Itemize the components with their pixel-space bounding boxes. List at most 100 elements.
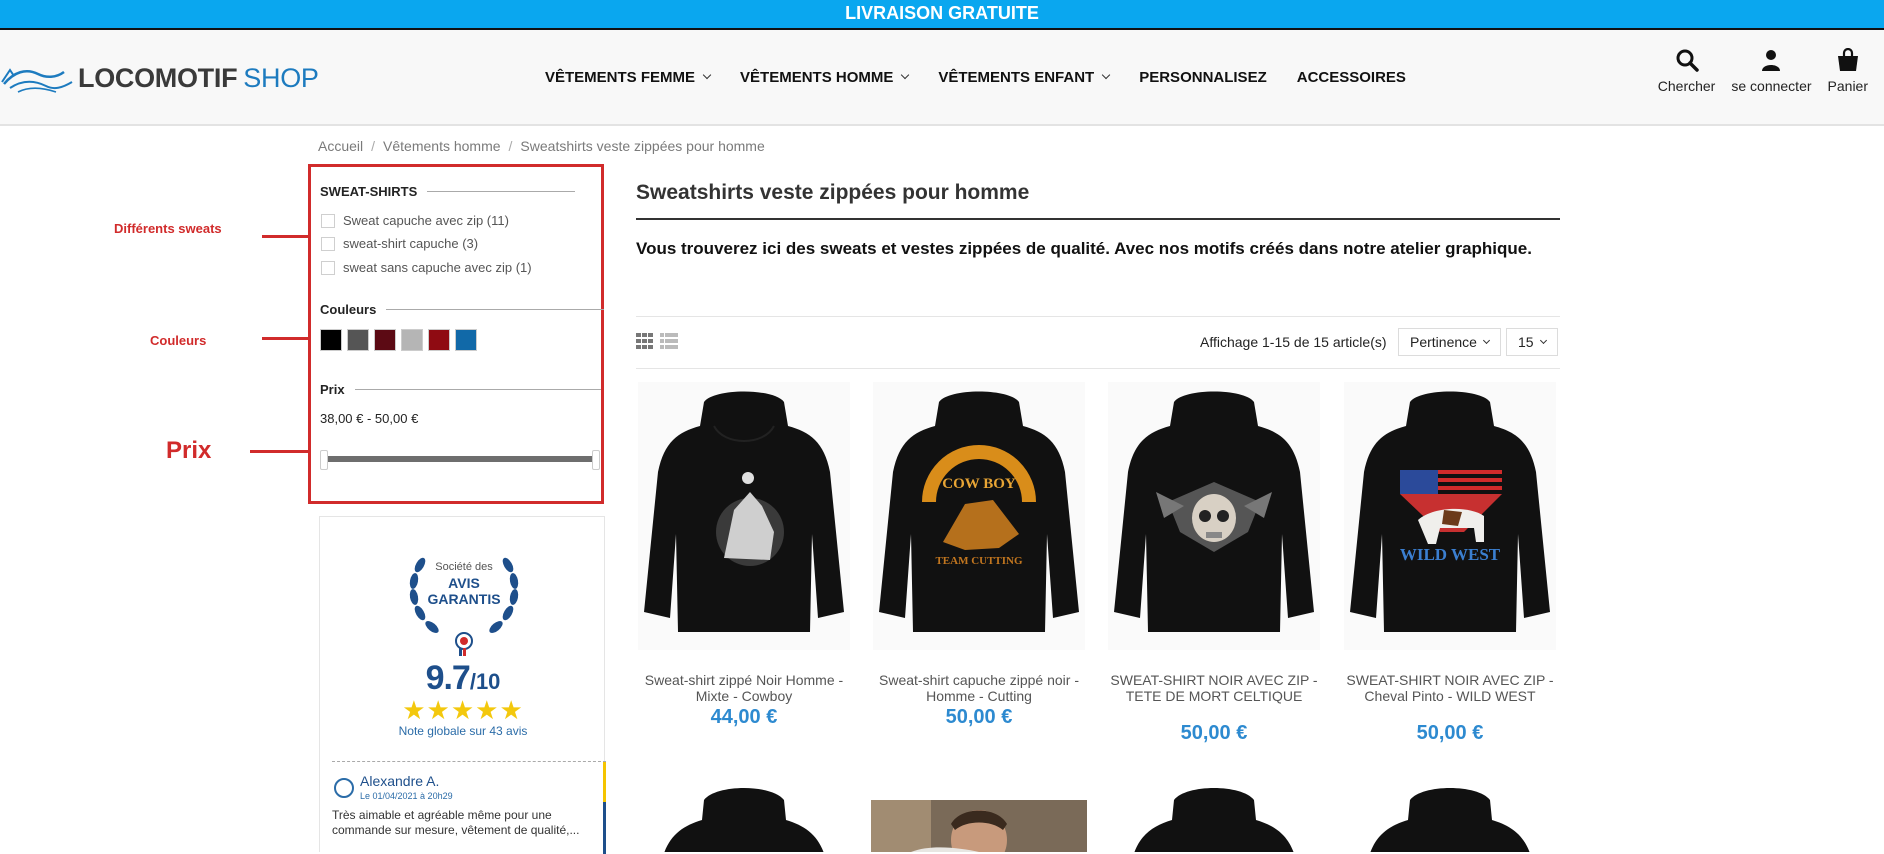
filter-option-sweat-capuche-zip[interactable]: Sweat capuche avec zip (11) bbox=[321, 213, 509, 228]
reviews-widget[interactable]: Société des AVIS GARANTIS 9.7/10 ★★★★★ N… bbox=[319, 516, 606, 854]
filter-option-sweat-capuche[interactable]: sweat-shirt capuche (3) bbox=[321, 236, 478, 251]
login-button[interactable]: se connecter bbox=[1731, 48, 1812, 94]
annotation-price: Prix bbox=[166, 437, 212, 464]
score-max: /10 bbox=[469, 669, 501, 694]
filter-title-couleurs: Couleurs bbox=[320, 302, 605, 317]
breadcrumb-current: Sweatshirts veste zippées pour homme bbox=[520, 138, 765, 154]
chevron-down-icon bbox=[702, 70, 712, 80]
hoodie-celtic-skull-image-icon bbox=[1114, 391, 1314, 632]
checkbox[interactable] bbox=[321, 213, 335, 228]
badge-line1: Société des bbox=[435, 561, 493, 573]
annotation-colors: Couleurs bbox=[150, 333, 207, 348]
nav-item-accessoires[interactable]: ACCESSOIRES bbox=[1297, 69, 1406, 86]
grid-view-icon[interactable] bbox=[636, 333, 654, 354]
product-name[interactable]: SWEAT-SHIRT NOIR AVEC ZIP - Cheval Pinto… bbox=[1344, 672, 1556, 704]
nav-item-vetements-enfant[interactable]: VÊTEMENTS ENFANT bbox=[938, 69, 1111, 86]
svg-text:COW BOY: COW BOY bbox=[942, 476, 1016, 492]
badge-line2: AVIS bbox=[448, 575, 480, 591]
review-text: Très aimable et agréable même pour une c… bbox=[332, 808, 580, 837]
chevron-down-icon bbox=[1101, 70, 1111, 80]
review-summary: Note globale sur 43 avis bbox=[398, 724, 528, 738]
site-header: LOCOMOTIF SHOP VÊTEMENTS FEMME VÊTEMENTS … bbox=[0, 30, 1884, 126]
breadcrumb-home[interactable]: Accueil bbox=[318, 138, 363, 154]
logo-text: LOCOMOTIF SHOP bbox=[78, 63, 319, 94]
list-view-icon[interactable] bbox=[660, 333, 678, 354]
chevron-down-icon bbox=[901, 70, 910, 80]
product-image[interactable] bbox=[1108, 382, 1320, 650]
color-swatches bbox=[320, 329, 482, 351]
color-swatch-gray[interactable] bbox=[347, 329, 369, 351]
per-page-select[interactable]: 15 bbox=[1506, 328, 1558, 356]
color-swatch-burgundy[interactable] bbox=[374, 329, 396, 351]
divider bbox=[636, 368, 1560, 369]
filter-option-label: Sweat capuche avec zip (11) bbox=[343, 213, 509, 228]
nav-item-vetements-femme[interactable]: VÊTEMENTS FEMME bbox=[545, 69, 712, 86]
nav-item-personnalisez[interactable]: PERSONNALISEZ bbox=[1139, 69, 1267, 86]
hoodie-wild-west-image-icon: WILD WEST bbox=[1350, 391, 1550, 632]
view-toggle bbox=[636, 333, 684, 354]
filter-option-sweat-sans-capuche[interactable]: sweat sans capuche avec zip (1) bbox=[321, 260, 532, 275]
product-price: 50,00 € bbox=[1180, 722, 1248, 744]
user-icon bbox=[1762, 50, 1781, 71]
breadcrumb-separator: / bbox=[508, 138, 513, 154]
checkbox[interactable] bbox=[321, 236, 335, 251]
logo-brand: LOCOMOTIF bbox=[78, 62, 238, 93]
color-swatch-red[interactable] bbox=[428, 329, 450, 351]
product-card[interactable] bbox=[1106, 780, 1322, 852]
checkbox[interactable] bbox=[321, 260, 335, 275]
product-card[interactable] bbox=[1342, 780, 1558, 852]
score-value: 9.7 bbox=[425, 659, 471, 697]
hoodie-image-icon bbox=[664, 788, 824, 852]
price-slider[interactable] bbox=[320, 448, 610, 472]
page-title: Sweatshirts veste zippées pour homme bbox=[636, 181, 1030, 204]
product-name[interactable]: SWEAT-SHIRT NOIR AVEC ZIP - TETE DE MORT… bbox=[1108, 672, 1320, 704]
sort-select[interactable]: Pertinence bbox=[1398, 328, 1501, 356]
filter-option-label: sweat-shirt capuche (3) bbox=[343, 236, 479, 251]
product-image[interactable] bbox=[638, 382, 850, 650]
price-slider-track bbox=[324, 456, 596, 462]
user-avatar-icon bbox=[334, 778, 354, 798]
main-nav: VÊTEMENTS FEMME VÊTEMENTS HOMME VÊTEMENT… bbox=[545, 30, 1436, 124]
product-name[interactable]: Sweat-shirt zippé Noir Homme - Mixte - C… bbox=[638, 672, 850, 704]
color-swatch-blue[interactable] bbox=[455, 329, 477, 351]
review-date: Le 01/04/2021 à 20h29 bbox=[360, 791, 453, 801]
svg-text:TEAM CUTTING: TEAM CUTTING bbox=[935, 555, 1023, 567]
annotation-line bbox=[262, 337, 310, 340]
product-image[interactable]: WILD WEST bbox=[1344, 382, 1556, 650]
filter-title-text: Couleurs bbox=[320, 302, 377, 317]
search-label: Chercher bbox=[1657, 78, 1716, 94]
review-item: Alexandre A. Le 01/04/2021 à 20h29 Très … bbox=[332, 761, 606, 854]
filter-option-label: sweat sans capuche avec zip (1) bbox=[343, 260, 532, 275]
product-card[interactable] bbox=[636, 780, 852, 852]
hoodie-image-icon bbox=[1370, 788, 1530, 852]
header-tools: Chercher se connecter Panier bbox=[1642, 48, 1868, 94]
search-icon bbox=[1676, 49, 1699, 72]
product-name[interactable]: Sweat-shirt capuche zippé noir - Homme -… bbox=[873, 672, 1085, 704]
divider bbox=[427, 191, 576, 192]
cart-label: Panier bbox=[1827, 78, 1868, 94]
chevron-down-icon bbox=[1482, 336, 1490, 345]
svg-text:WILD WEST: WILD WEST bbox=[1400, 545, 1501, 564]
breadcrumb-vetements-homme[interactable]: Vêtements homme bbox=[383, 138, 501, 154]
reviewer-name: Alexandre A. bbox=[360, 773, 440, 789]
search-button[interactable]: Chercher bbox=[1657, 48, 1716, 94]
nav-label: PERSONNALISEZ bbox=[1139, 68, 1267, 86]
product-image[interactable]: COW BOY TEAM CUTTING bbox=[873, 382, 1085, 650]
price-slider-min-handle[interactable] bbox=[320, 450, 328, 470]
nav-item-vetements-homme[interactable]: VÊTEMENTS HOMME bbox=[740, 68, 910, 86]
chevron-down-icon bbox=[1539, 336, 1547, 345]
site-logo[interactable]: LOCOMOTIF SHOP bbox=[0, 56, 319, 100]
nav-label: VÊTEMENTS HOMME bbox=[740, 68, 894, 86]
hoodie-cutting-image-icon: COW BOY TEAM CUTTING bbox=[879, 391, 1079, 632]
login-label: se connecter bbox=[1731, 78, 1812, 94]
price-slider-max-handle[interactable] bbox=[592, 450, 600, 470]
product-card[interactable] bbox=[871, 800, 1087, 852]
cart-button[interactable]: Panier bbox=[1828, 48, 1868, 94]
color-swatch-light-gray[interactable] bbox=[401, 329, 423, 351]
color-swatch-black[interactable] bbox=[320, 329, 342, 351]
nav-label: ACCESSOIRES bbox=[1296, 68, 1406, 86]
breadcrumb-separator: / bbox=[371, 138, 376, 154]
divider bbox=[354, 389, 601, 390]
filter-title-text: Prix bbox=[320, 382, 345, 397]
product-price: 50,00 € bbox=[1416, 722, 1484, 744]
